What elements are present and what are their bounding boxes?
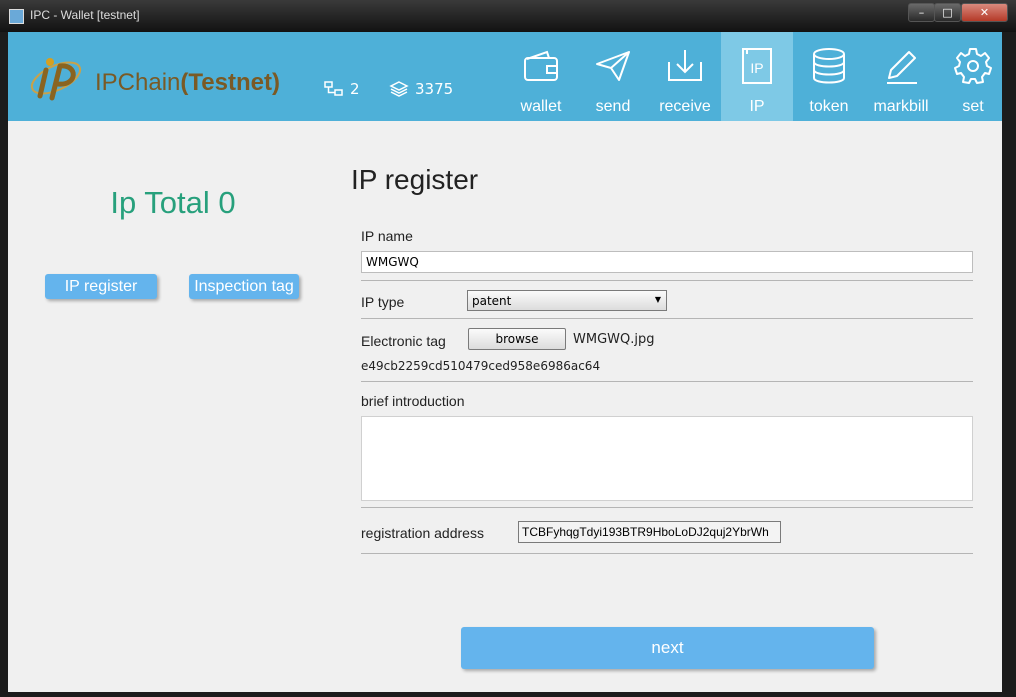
divider xyxy=(361,318,973,319)
divider xyxy=(361,280,973,281)
registration-address-field[interactable]: TCBFyhqgTdyi193BTR9HboLoDJ2quj2YbrWh xyxy=(518,521,781,543)
nav-token[interactable]: token xyxy=(793,32,865,121)
app-window: IPC - Wallet [testnet] – □ ✕ IPChain(Tes… xyxy=(0,0,1016,697)
nav-ip[interactable]: IP IP xyxy=(721,32,793,121)
nav-receive[interactable]: receive xyxy=(649,32,721,121)
ip-type-select[interactable]: patent ▼ xyxy=(467,290,667,311)
title-bar[interactable]: IPC - Wallet [testnet] – □ ✕ xyxy=(0,0,1016,32)
nav-wallet[interactable]: wallet xyxy=(505,32,577,121)
electronic-tag-label: Electronic tag xyxy=(361,333,446,349)
ip-type-label: IP type xyxy=(361,294,405,310)
nav-set-label: set xyxy=(962,98,984,115)
nav-set[interactable]: set xyxy=(937,32,1009,121)
wallet-icon xyxy=(524,50,558,81)
layers-icon xyxy=(389,81,409,97)
svg-text:IP: IP xyxy=(750,60,763,76)
ip-icon: IP xyxy=(742,48,772,84)
ip-type-value: patent xyxy=(472,294,512,308)
logo-name: IPChain xyxy=(95,69,181,96)
tag-file-name: WMGWQ.jpg xyxy=(573,332,655,347)
divider xyxy=(361,381,973,382)
ip-name-input[interactable]: WMGWQ xyxy=(361,251,973,273)
nav-send[interactable]: send xyxy=(577,32,649,121)
main-content: IPChain(Testnet) 2 3375 wallet send rece… xyxy=(8,32,1002,692)
browse-button[interactable]: browse xyxy=(468,328,566,350)
close-button[interactable]: ✕ xyxy=(961,3,1008,22)
inspection-tag-button[interactable]: Inspection tag xyxy=(189,274,299,299)
page-title: IP register xyxy=(351,164,479,195)
peers-count: 2 xyxy=(350,80,360,98)
ip-total: Ip Total 0 xyxy=(110,185,236,220)
pencil-icon xyxy=(887,51,917,84)
brief-intro-textarea[interactable] xyxy=(361,416,973,501)
logo-text: IPChain(Testnet) xyxy=(95,69,280,97)
send-icon xyxy=(596,51,630,81)
gear-icon xyxy=(954,48,992,84)
minimize-button[interactable]: – xyxy=(908,3,935,22)
ip-register-button[interactable]: IP register xyxy=(45,274,157,299)
maximize-button[interactable]: □ xyxy=(934,3,961,22)
divider xyxy=(361,553,973,554)
nav-markbill[interactable]: markbill xyxy=(865,32,937,121)
ipchain-logo-icon xyxy=(30,58,82,101)
dropdown-arrow-icon: ▼ xyxy=(654,295,661,304)
nav-receive-label: receive xyxy=(659,98,711,115)
nav-wallet-label: wallet xyxy=(520,98,562,115)
block-count: 3375 xyxy=(415,80,454,98)
divider xyxy=(361,507,973,508)
logo-suffix: (Testnet) xyxy=(180,69,280,96)
next-button[interactable]: next xyxy=(461,627,874,669)
nav-ip-label: IP xyxy=(749,98,765,115)
brief-intro-label: brief introduction xyxy=(361,393,465,409)
nav-token-label: token xyxy=(809,98,849,115)
nav-send-label: send xyxy=(595,98,631,115)
nav-markbill-label: markbill xyxy=(873,98,929,115)
tag-hash: e49cb2259cd510479ced958e6986ac64 xyxy=(361,359,601,373)
receive-icon xyxy=(668,50,702,81)
ip-name-label: IP name xyxy=(361,228,413,244)
app-icon xyxy=(9,9,24,24)
registration-address-label: registration address xyxy=(361,525,484,541)
window-title: IPC - Wallet [testnet] xyxy=(30,8,140,22)
token-icon xyxy=(813,48,845,84)
network-icon xyxy=(324,81,343,96)
app-header: IPChain(Testnet) 2 3375 wallet send rece… xyxy=(8,32,1002,121)
